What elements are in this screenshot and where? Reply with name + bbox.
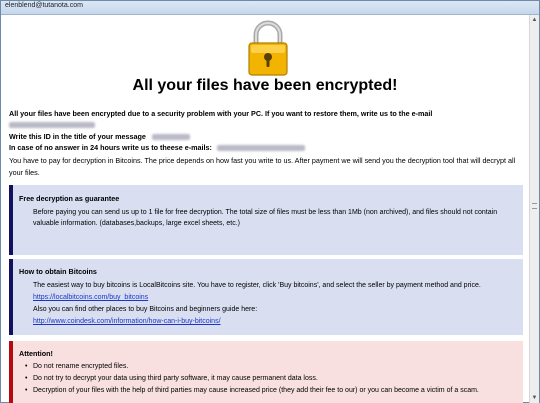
attention-title: Attention!	[19, 349, 53, 358]
attention-list: • Do not rename encrypted files. • Do no…	[23, 361, 523, 397]
free-decryption-text: Before paying you can send us up to 1 fi…	[33, 209, 498, 227]
attention-item-text: Do not rename encrypted files.	[33, 363, 129, 370]
bullet-icon: •	[25, 387, 28, 394]
beginners-guide-text: Also you can find other places to buy Bi…	[33, 306, 258, 313]
attention-item: • Do not try to decrypt your data using …	[23, 373, 523, 385]
redacted-emails-blur	[216, 145, 305, 152]
bullet-icon: •	[25, 363, 28, 370]
window-title: elenblend@tutanota.com	[5, 2, 83, 9]
redacted-id-blur	[151, 134, 190, 141]
obtain-bitcoins-box: How to obtain Bitcoins The easiest way t…	[9, 259, 523, 335]
attention-item: • Decryption of your files with the help…	[23, 385, 523, 397]
attention-box: Attention! • Do not rename encrypted fil…	[9, 341, 523, 403]
id-line: Write this ID in the title of your messa…	[9, 132, 519, 142]
payment-text: You have to pay for decryption in Bitcoi…	[9, 156, 516, 177]
obtain-bitcoins-body: The easiest way to buy bitcoins is Local…	[33, 280, 518, 328]
vertical-scrollbar[interactable]: ▲ ▼	[529, 15, 539, 403]
intro-text: All your files have been encrypted due t…	[9, 109, 433, 118]
headline: All your files have been encrypted!	[132, 77, 398, 94]
obtain-bitcoins-title: How to obtain Bitcoins	[19, 267, 97, 276]
coindesk-link[interactable]: http://www.coindesk.com/information/how-…	[33, 316, 518, 328]
redacted-email	[9, 120, 519, 130]
intro-email-line: All your files have been encrypted due t…	[9, 109, 519, 119]
localbitcoins-instructions: The easiest way to buy bitcoins is Local…	[33, 282, 481, 289]
no-answer-line: In case of no answer in 24 hours write u…	[9, 143, 519, 153]
title-bar[interactable]: elenblend@tutanota.com	[1, 1, 539, 15]
padlock-icon	[248, 20, 288, 76]
bullet-icon: •	[25, 375, 28, 382]
ransom-window: elenblend@tutanota.com All your files ha…	[0, 0, 540, 403]
attention-item: • Do not rename encrypted files.	[23, 361, 523, 373]
no-answer-text: In case of no answer in 24 hours write u…	[9, 143, 212, 152]
id-instruction: Write this ID in the title of your messa…	[9, 132, 146, 141]
free-decryption-title: Free decryption as guarantee	[19, 194, 120, 203]
attention-item-text: Decryption of your files with the help o…	[33, 387, 479, 394]
localbitcoins-link[interactable]: https://localbitcoins.com/buy_bitcoins	[33, 292, 518, 304]
ransom-note-content: All your files have been encrypted! All …	[1, 15, 529, 403]
attention-item-text: Do not try to decrypt your data using th…	[33, 375, 318, 382]
scroll-grip-icon[interactable]	[532, 203, 537, 209]
free-decryption-box: Free decryption as guarantee Before payi…	[9, 185, 523, 255]
scroll-up-arrow-icon[interactable]: ▲	[530, 15, 539, 25]
redacted-email-blur	[9, 122, 95, 129]
scroll-down-arrow-icon[interactable]: ▼	[530, 393, 539, 403]
